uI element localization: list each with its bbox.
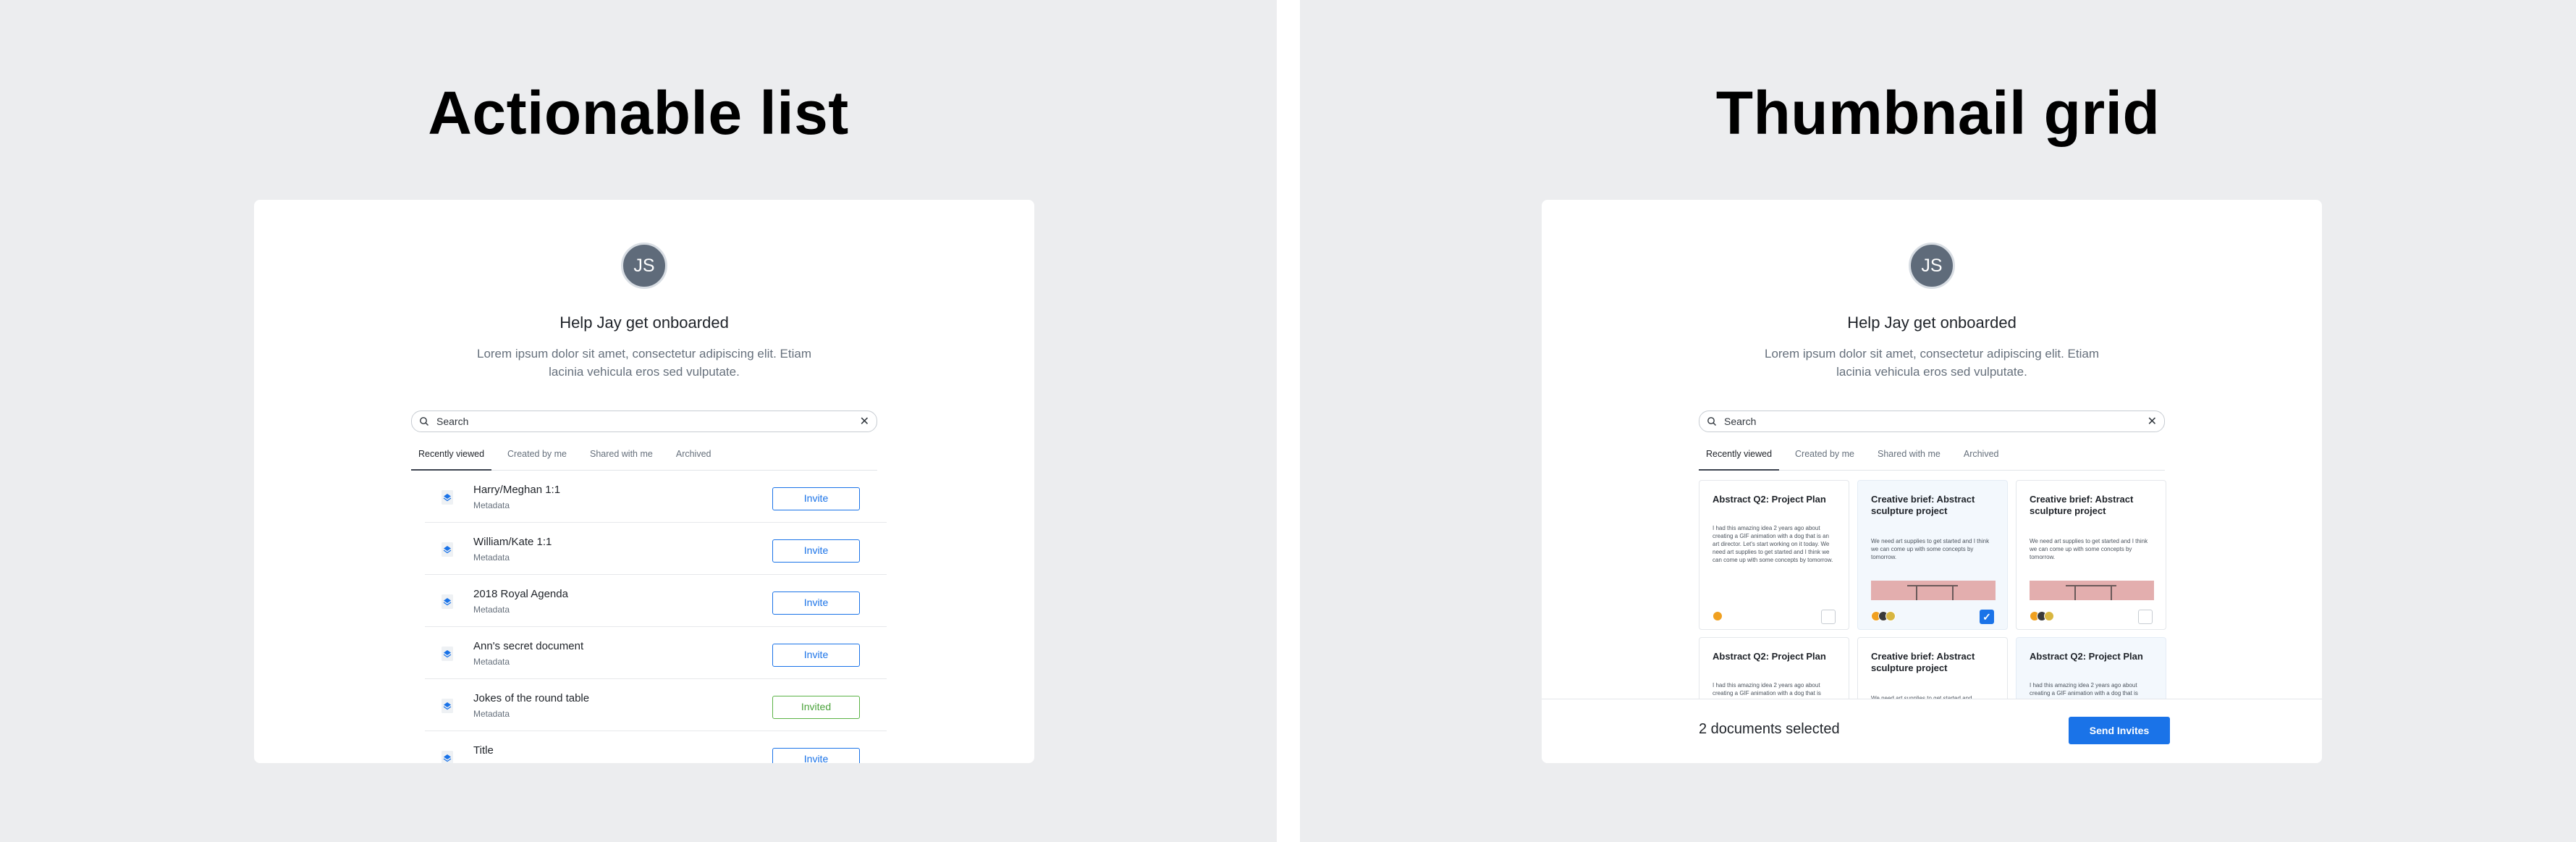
thumbnail-grid-panel: Thumbnail grid JS Help Jay get onboarded… <box>1300 0 2576 842</box>
list-item-metadata: Metadata <box>473 500 510 510</box>
card-heading: Help Jay get onboarded <box>559 313 729 332</box>
invite-button[interactable]: Invite <box>772 487 860 510</box>
document-icon <box>442 490 453 505</box>
list-item-title: Harry/Meghan 1:1 <box>473 484 561 496</box>
close-icon[interactable]: ✕ <box>2148 414 2157 429</box>
invite-button[interactable]: Invite <box>772 748 860 763</box>
tile-body: We need art supplies to get started and … <box>1871 538 1990 560</box>
list-item-metadata: Metadata <box>473 657 510 667</box>
tile-title: Creative brief: Abstract sculpture proje… <box>1871 494 1975 516</box>
document-icon <box>442 699 453 713</box>
card-description: Lorem ipsum dolor sit amet, consectetur … <box>1764 347 2100 379</box>
tile-body: We need art supplies to get started and … <box>2030 538 2148 560</box>
tile-thumbnail-image <box>2030 581 2154 600</box>
document-list: Harry/Meghan 1:1 Metadata Invite William/Ka… <box>425 471 887 763</box>
collaborator-avatars <box>1871 611 1896 621</box>
tile-body: I had this amazing idea 2 years ago abou… <box>1713 525 1833 563</box>
search-value[interactable]: Search <box>436 416 860 427</box>
tile-body: I had this amazing idea 2 years ago abou… <box>2030 682 2138 696</box>
invited-button[interactable]: Invited <box>772 696 860 719</box>
document-icon <box>442 594 453 609</box>
avatar <box>2044 611 2054 621</box>
list-item[interactable]: Title Invite <box>425 731 887 763</box>
document-tile[interactable]: Abstract Q2: Project Plan I had this amaz… <box>1699 480 1849 630</box>
selection-footer: 2 documents selected Send Invites <box>1542 699 2322 763</box>
panel-title: Actionable list <box>428 79 849 147</box>
actionable-list-panel: Actionable list JS Help Jay get onboarde… <box>0 0 1277 842</box>
onboarding-card: JS Help Jay get onboarded Lorem ipsum do… <box>1542 200 2322 763</box>
onboarding-card: JS Help Jay get onboarded Lorem ipsum do… <box>254 200 1034 763</box>
tab-created-by-me[interactable]: Created by me <box>1788 446 1862 471</box>
list-item[interactable]: Ann's secret document Metadata Invite <box>425 627 887 679</box>
avatar <box>1885 611 1896 621</box>
collaborator-avatars <box>1713 611 1723 621</box>
card-heading: Help Jay get onboarded <box>1847 313 2017 332</box>
invite-button[interactable]: Invite <box>772 644 860 667</box>
select-checkbox[interactable] <box>2138 610 2153 624</box>
search-icon <box>1707 417 1716 426</box>
document-icon <box>442 647 453 661</box>
search-icon <box>420 417 428 426</box>
list-item-title: 2018 Royal Agenda <box>473 588 568 600</box>
document-tile[interactable]: Creative brief: Abstract sculpture proje… <box>1857 480 2008 630</box>
tile-title: Creative brief: Abstract sculpture proje… <box>2030 494 2134 516</box>
list-item-title: Ann's secret document <box>473 640 584 652</box>
list-item[interactable]: Jokes of the round table Metadata Invited <box>425 679 887 731</box>
search-value[interactable]: Search <box>1724 416 2148 427</box>
tab-bar: Recently viewed Created by me Shared wit… <box>411 446 877 471</box>
document-tile[interactable]: Creative brief: Abstract sculpture proje… <box>2016 480 2166 630</box>
tab-archived[interactable]: Archived <box>1956 446 2006 471</box>
tile-title: Creative brief: Abstract sculpture proje… <box>1871 651 1975 673</box>
list-item-metadata: Metadata <box>473 709 510 719</box>
document-icon <box>442 751 453 763</box>
tab-shared-with-me[interactable]: Shared with me <box>583 446 660 471</box>
collaborator-avatars <box>2030 611 2054 621</box>
send-invites-button[interactable]: Send Invites <box>2069 717 2170 744</box>
list-item[interactable]: William/Kate 1:1 Metadata Invite <box>425 523 887 575</box>
search-input[interactable]: Search ✕ <box>1699 411 2165 432</box>
list-item-metadata: Metadata <box>473 552 510 563</box>
tile-title: Abstract Q2: Project Plan <box>2030 651 2143 662</box>
tab-archived[interactable]: Archived <box>669 446 719 471</box>
invite-button[interactable]: Invite <box>772 591 860 615</box>
tile-thumbnail-image <box>1871 581 1996 600</box>
select-checkbox[interactable]: ✓ <box>1980 610 1994 624</box>
search-input[interactable]: Search ✕ <box>411 411 877 432</box>
list-item[interactable]: 2018 Royal Agenda Metadata Invite <box>425 575 887 627</box>
tile-title: Abstract Q2: Project Plan <box>1713 651 1826 662</box>
panel-title: Thumbnail grid <box>1715 79 2161 147</box>
avatar: JS <box>621 243 667 289</box>
list-item-title: Title <box>473 744 494 757</box>
card-description: Lorem ipsum dolor sit amet, consectetur … <box>476 347 812 379</box>
tab-bar: Recently viewed Created by me Shared wit… <box>1699 446 2165 471</box>
document-icon <box>442 542 453 557</box>
avatar: JS <box>1909 243 1955 289</box>
list-item[interactable]: Harry/Meghan 1:1 Metadata Invite <box>425 471 887 523</box>
tile-title: Abstract Q2: Project Plan <box>1713 494 1826 505</box>
list-item-title: William/Kate 1:1 <box>473 536 552 548</box>
tab-created-by-me[interactable]: Created by me <box>500 446 574 471</box>
select-checkbox[interactable] <box>1821 610 1836 624</box>
tab-recently-viewed[interactable]: Recently viewed <box>1699 446 1780 471</box>
list-item-metadata: Metadata <box>473 605 510 615</box>
tile-body: I had this amazing idea 2 years ago abou… <box>1713 682 1821 696</box>
close-icon[interactable]: ✕ <box>860 414 869 429</box>
list-item-title: Jokes of the round table <box>473 692 590 704</box>
selection-count: 2 documents selected <box>1699 721 1840 737</box>
tab-shared-with-me[interactable]: Shared with me <box>1870 446 1948 471</box>
invite-button[interactable]: Invite <box>772 539 860 563</box>
tab-recently-viewed[interactable]: Recently viewed <box>411 446 492 471</box>
avatar <box>1713 611 1723 621</box>
